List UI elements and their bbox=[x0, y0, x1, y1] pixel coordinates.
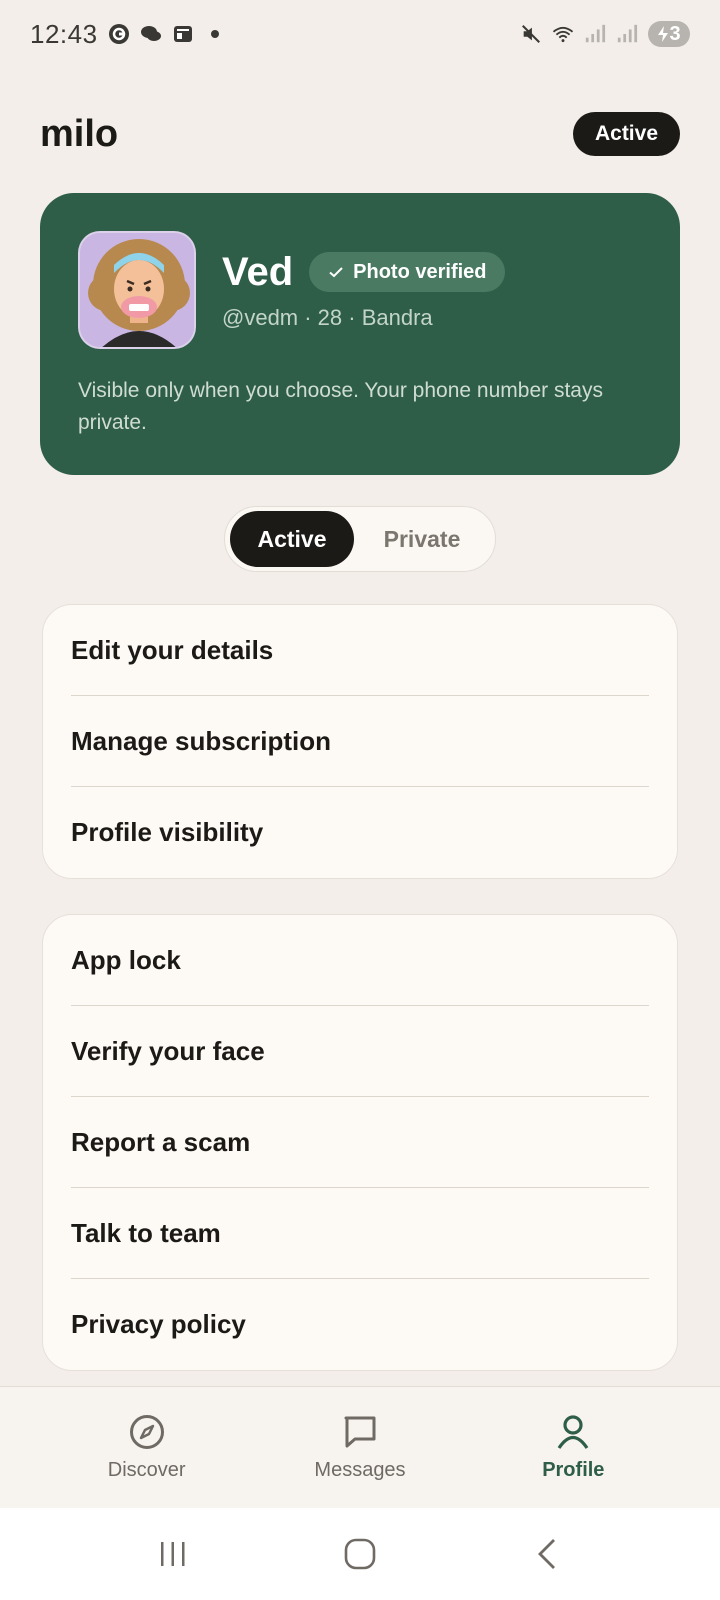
toggle-active[interactable]: Active bbox=[230, 511, 354, 567]
header: milo Active bbox=[40, 108, 680, 160]
status-left: 12:43 bbox=[30, 19, 226, 50]
person-icon bbox=[557, 1415, 589, 1449]
menu-item-privacy-policy[interactable]: Privacy policy bbox=[71, 1279, 649, 1370]
status-time: 12:43 bbox=[30, 18, 98, 49]
menu-item-app-lock[interactable]: App lock bbox=[71, 915, 649, 1006]
battery-level: 3 bbox=[669, 22, 681, 45]
battery-indicator: 3 bbox=[648, 21, 690, 47]
verified-label: Photo verified bbox=[353, 260, 487, 283]
google-icon bbox=[108, 23, 130, 45]
menu-item-talk-to-team[interactable]: Talk to team bbox=[71, 1188, 649, 1279]
nav-label-profile: Profile bbox=[542, 1459, 605, 1481]
nav-label-discover: Discover bbox=[107, 1459, 186, 1481]
nav-discover[interactable]: Discover bbox=[67, 1413, 227, 1482]
charging-icon bbox=[658, 26, 669, 42]
visibility-toggle: Active Private bbox=[224, 506, 496, 572]
nav-messages[interactable]: Messages bbox=[280, 1413, 440, 1482]
profile-info: Ved Photo verified @vedm · 28 · Bandra bbox=[222, 250, 505, 331]
nav-profile[interactable]: Profile bbox=[493, 1413, 653, 1482]
recents-icon bbox=[161, 1542, 185, 1566]
wifi-icon bbox=[552, 23, 574, 45]
profile-meta: @vedm · 28 · Bandra bbox=[222, 304, 433, 330]
menu-item-edit-details[interactable]: Edit your details bbox=[71, 605, 649, 696]
profile-card: Ved Photo verified @vedm · 28 · Bandra V… bbox=[40, 193, 680, 475]
avatar-illustration bbox=[80, 233, 194, 347]
home-button[interactable] bbox=[330, 1534, 390, 1574]
news-icon bbox=[172, 23, 194, 45]
system-nav-bar bbox=[0, 1508, 720, 1600]
menu-group-safety: App lock Verify your face Report a scam … bbox=[42, 914, 678, 1371]
status-right: 3 bbox=[520, 21, 690, 47]
dot-icon bbox=[204, 23, 226, 45]
compass-icon bbox=[129, 1415, 164, 1449]
signal-icon bbox=[584, 23, 606, 45]
app-title: milo bbox=[40, 112, 119, 155]
avatar[interactable] bbox=[78, 231, 196, 349]
back-icon bbox=[537, 1539, 555, 1569]
signal-icon-2 bbox=[616, 23, 638, 45]
chat-icon bbox=[344, 1416, 376, 1448]
bottom-nav: Discover Messages Profile bbox=[0, 1386, 720, 1508]
privacy-note: Visible only when you choose. Your phone… bbox=[78, 379, 603, 434]
back-button[interactable] bbox=[517, 1534, 577, 1574]
status-badge[interactable]: Active bbox=[572, 112, 680, 156]
chat-bubbles-icon bbox=[140, 23, 162, 45]
name-row: Ved Photo verified bbox=[222, 250, 505, 295]
profile-row: Ved Photo verified @vedm · 28 · Bandra bbox=[78, 231, 642, 349]
nav-label-messages: Messages bbox=[314, 1459, 406, 1481]
toggle-private[interactable]: Private bbox=[354, 511, 490, 567]
photo-verified-badge: Photo verified bbox=[309, 252, 505, 292]
menu-item-report-scam[interactable]: Report a scam bbox=[71, 1097, 649, 1188]
home-icon bbox=[344, 1538, 376, 1570]
recents-button[interactable] bbox=[143, 1534, 203, 1574]
menu-item-manage-subscription[interactable]: Manage subscription bbox=[71, 696, 649, 787]
menu-item-verify-face[interactable]: Verify your face bbox=[71, 1006, 649, 1097]
menu-item-profile-visibility[interactable]: Profile visibility bbox=[71, 787, 649, 878]
status-bar: 12:43 3 bbox=[0, 0, 720, 68]
mute-icon bbox=[520, 23, 542, 45]
menu-group-account: Edit your details Manage subscription Pr… bbox=[42, 604, 678, 879]
checkmark-icon bbox=[329, 267, 343, 278]
profile-name: Ved bbox=[222, 249, 294, 294]
